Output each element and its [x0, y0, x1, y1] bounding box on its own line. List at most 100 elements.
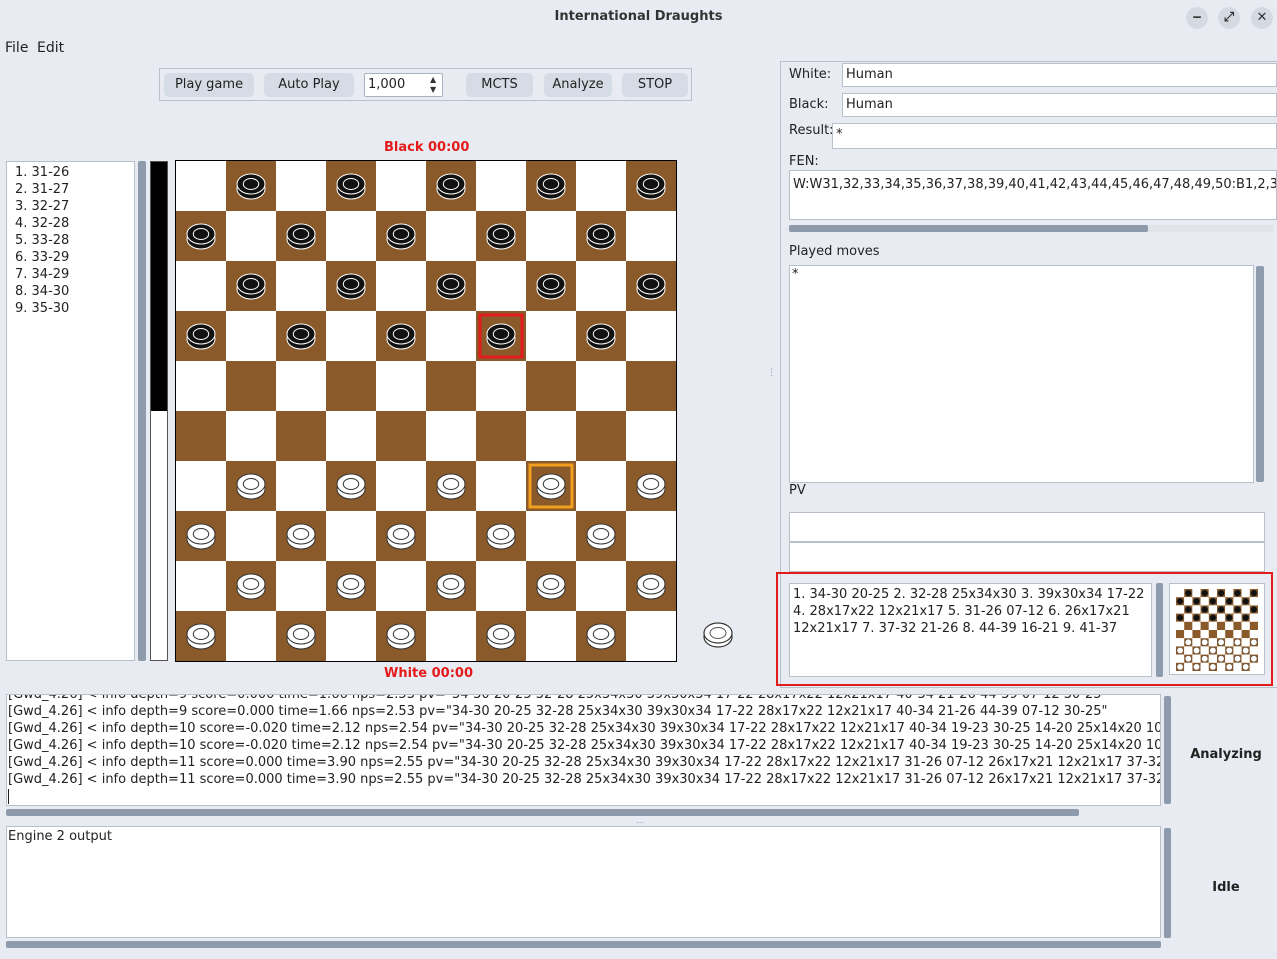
light-square[interactable] — [176, 161, 226, 211]
black-piece-icon[interactable] — [186, 223, 216, 250]
white-piece-icon[interactable] — [536, 573, 566, 600]
light-square[interactable] — [576, 361, 626, 411]
black-piece-icon[interactable] — [436, 173, 466, 200]
white-piece-icon[interactable] — [286, 523, 316, 550]
black-piece-icon[interactable] — [536, 273, 566, 300]
black-piece-icon[interactable] — [336, 173, 366, 200]
move-list-item[interactable]: 3. 32-27 — [15, 198, 134, 215]
black-piece-icon[interactable] — [236, 273, 266, 300]
light-square[interactable] — [326, 411, 376, 461]
engine2-log[interactable]: Engine 2 output — [6, 826, 1161, 938]
light-square[interactable] — [326, 511, 376, 561]
spinner-down-icon[interactable]: ▼ — [430, 85, 436, 94]
analyze-button[interactable]: Analyze — [544, 73, 612, 97]
close-button[interactable]: ✕ — [1251, 7, 1273, 29]
black-piece-icon[interactable] — [186, 323, 216, 350]
light-square[interactable] — [626, 411, 676, 461]
light-square[interactable] — [376, 561, 426, 611]
light-square[interactable] — [476, 561, 526, 611]
white-piece-icon[interactable] — [336, 573, 366, 600]
light-square[interactable] — [576, 261, 626, 311]
played-moves-scrollbar[interactable] — [1256, 266, 1264, 482]
dark-square[interactable] — [476, 411, 526, 461]
light-square[interactable] — [276, 361, 326, 411]
result-field[interactable]: * — [832, 123, 1277, 149]
engine2-log-vscrollbar[interactable] — [1164, 828, 1171, 938]
dark-square[interactable] — [426, 361, 476, 411]
spinner-up-icon[interactable]: ▲ — [430, 75, 436, 84]
move-list-scrollbar[interactable] — [138, 161, 146, 661]
light-square[interactable] — [176, 361, 226, 411]
light-square[interactable] — [176, 461, 226, 511]
pv-line-scrollbar[interactable] — [1156, 583, 1163, 677]
black-piece-icon[interactable] — [486, 223, 516, 250]
move-list-item[interactable]: 7. 34-29 — [15, 266, 134, 283]
black-piece-icon[interactable] — [286, 223, 316, 250]
draughts-board[interactable] — [175, 160, 677, 662]
move-list-item[interactable]: 2. 31-27 — [15, 181, 134, 198]
white-piece-icon[interactable] — [636, 573, 666, 600]
light-square[interactable] — [626, 311, 676, 361]
black-piece-icon[interactable] — [486, 323, 516, 350]
engine1-log-vscrollbar[interactable] — [1164, 696, 1171, 804]
auto-play-button[interactable]: Auto Play — [264, 73, 354, 97]
black-piece-icon[interactable] — [236, 173, 266, 200]
dark-square[interactable] — [576, 411, 626, 461]
light-square[interactable] — [326, 211, 376, 261]
black-player-field[interactable]: Human — [842, 93, 1277, 117]
white-piece-icon[interactable] — [586, 523, 616, 550]
light-square[interactable] — [476, 161, 526, 211]
light-square[interactable] — [526, 311, 576, 361]
played-moves-area[interactable]: * — [789, 265, 1254, 483]
white-piece-icon[interactable] — [186, 623, 216, 650]
white-piece-icon[interactable] — [386, 523, 416, 550]
light-square[interactable] — [476, 361, 526, 411]
light-square[interactable] — [526, 211, 576, 261]
move-list-item[interactable]: 5. 33-28 — [15, 232, 134, 249]
white-piece-icon[interactable] — [636, 473, 666, 500]
white-piece-icon[interactable] — [186, 523, 216, 550]
dark-square[interactable] — [376, 411, 426, 461]
dark-square[interactable] — [176, 411, 226, 461]
black-piece-icon[interactable] — [386, 223, 416, 250]
engine1-log[interactable]: [Gwd_4.26] < info depth=9 score=0.000 ti… — [6, 694, 1161, 806]
light-square[interactable] — [426, 411, 476, 461]
light-square[interactable] — [476, 461, 526, 511]
move-list-item[interactable]: 6. 33-29 — [15, 249, 134, 266]
white-piece-icon[interactable] — [586, 623, 616, 650]
play-game-button[interactable]: Play game — [164, 73, 254, 97]
engine1-log-hscrollbar[interactable] — [6, 809, 1079, 816]
mcts-button[interactable]: MCTS — [466, 73, 533, 97]
light-square[interactable] — [576, 461, 626, 511]
light-square[interactable] — [426, 611, 476, 661]
black-piece-icon[interactable] — [586, 323, 616, 350]
light-square[interactable] — [276, 261, 326, 311]
light-square[interactable] — [226, 411, 276, 461]
move-list-item[interactable]: 1. 31-26 — [15, 164, 134, 181]
light-square[interactable] — [426, 311, 476, 361]
light-square[interactable] — [226, 611, 276, 661]
white-piece-icon[interactable] — [386, 623, 416, 650]
dark-square[interactable] — [226, 361, 276, 411]
white-piece-icon[interactable] — [286, 623, 316, 650]
minimize-button[interactable]: ‒ — [1186, 7, 1208, 29]
black-piece-icon[interactable] — [386, 323, 416, 350]
black-piece-icon[interactable] — [586, 223, 616, 250]
light-square[interactable] — [326, 611, 376, 661]
maximize-button[interactable]: ⤢ — [1218, 7, 1240, 29]
white-piece-icon[interactable] — [486, 623, 516, 650]
light-square[interactable] — [376, 461, 426, 511]
fen-field[interactable]: W:W31,32,33,34,35,36,37,38,39,40,41,42,4… — [789, 170, 1277, 220]
black-piece-icon[interactable] — [636, 173, 666, 200]
splitter-handle[interactable]: ⋮ — [767, 368, 776, 378]
engine2-log-hscrollbar[interactable] — [6, 941, 1161, 948]
pv-row-2[interactable] — [789, 542, 1265, 572]
light-square[interactable] — [376, 161, 426, 211]
light-square[interactable] — [376, 361, 426, 411]
light-square[interactable] — [426, 211, 476, 261]
white-piece-icon[interactable] — [436, 473, 466, 500]
light-square[interactable] — [376, 261, 426, 311]
dark-square[interactable] — [526, 361, 576, 411]
dark-square[interactable] — [326, 361, 376, 411]
dark-square[interactable] — [626, 361, 676, 411]
